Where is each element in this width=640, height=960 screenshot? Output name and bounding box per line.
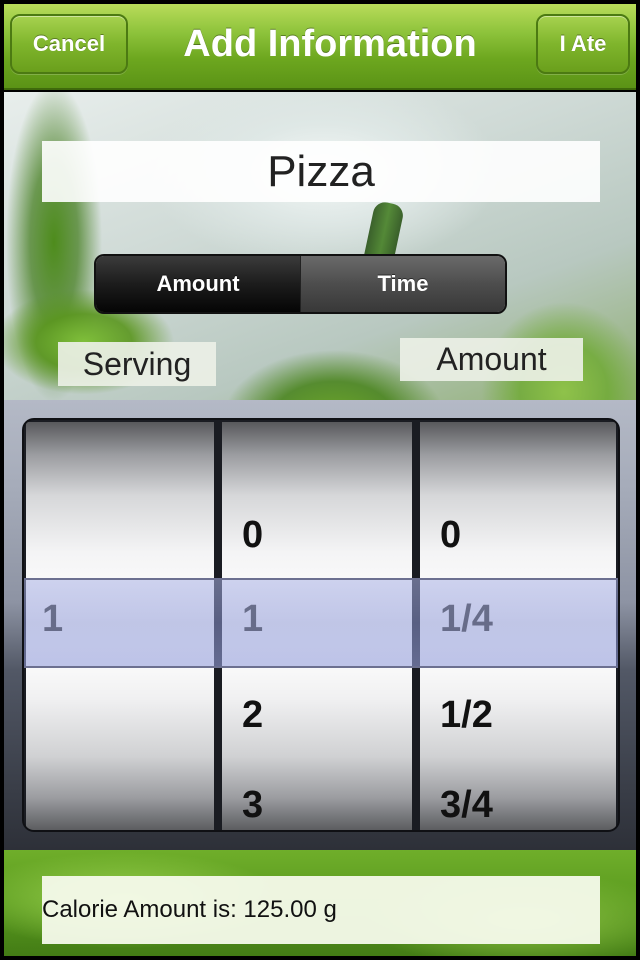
cancel-button[interactable]: Cancel [10, 14, 128, 74]
amount-label: Amount [400, 338, 583, 381]
selected-whole-amount: 1 [242, 598, 264, 640]
navigation-bar: Cancel Add Information I Ate [4, 4, 636, 90]
serving-label: Serving [58, 342, 216, 386]
wheel-item[interactable]: 3/4 [440, 784, 493, 827]
picker-selection-indicator [24, 578, 618, 668]
segment-amount[interactable]: Amount [96, 256, 300, 312]
calorie-amount-text: Calorie Amount is: 125.00 g [42, 876, 600, 944]
wheel-item[interactable]: 3 [242, 784, 263, 827]
page-title: Add Information [183, 22, 477, 65]
picker-wheels[interactable]: 0 2 3 0 1/2 3/4 1 1 1/4 [22, 418, 620, 832]
segment-time[interactable]: Time [300, 256, 505, 312]
food-name-field[interactable]: Pizza [42, 141, 600, 202]
i-ate-button[interactable]: I Ate [536, 14, 630, 74]
wheel-item[interactable]: 1/2 [440, 694, 493, 737]
selected-fraction: 1/4 [440, 598, 493, 640]
wheel-item[interactable]: 0 [440, 514, 461, 557]
selected-serving: 1 [42, 598, 64, 640]
wheel-item[interactable]: 2 [242, 694, 263, 737]
app-screen: Cancel Add Information I Ate Pizza Amoun… [0, 0, 640, 960]
picker-container: 0 2 3 0 1/2 3/4 1 1 1/4 [4, 400, 636, 850]
wheel-item[interactable]: 0 [242, 514, 263, 557]
amount-time-segmented-control[interactable]: Amount Time [94, 254, 507, 314]
